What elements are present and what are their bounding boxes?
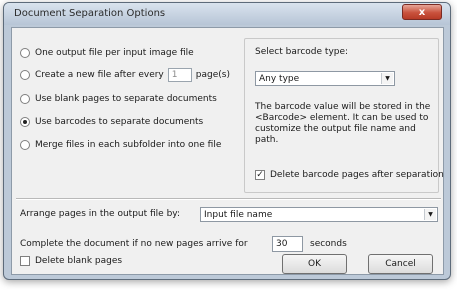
radio-label: Use blank pages to separate documents [35,94,217,104]
checkbox-delete-blank-pages[interactable]: Delete blank pages [20,254,122,268]
radio-label: Create a new file after every [35,70,164,80]
barcode-group: Select barcode type: Any type ▼ The barc… [244,38,444,193]
checkbox-label: Delete barcode pages after separation [270,170,444,180]
radio-indicator[interactable] [20,48,30,58]
checkbox-label: Delete blank pages [35,256,123,266]
arrange-label: Arrange pages in the output file by: [20,209,180,219]
barcode-type-select[interactable]: Any type ▼ [255,71,395,86]
title-bar[interactable]: Document Separation Options x [4,3,450,25]
radio-blank-pages[interactable]: Use blank pages to separate documents [20,92,217,106]
window-title: Document Separation Options [14,8,166,19]
arrange-value: Input file name [204,209,273,220]
complete-label: Complete the document if no new pages ar… [20,239,248,249]
radio-one-file-per-image[interactable]: One output file per input image file [20,46,194,60]
radio-barcodes[interactable]: Use barcodes to separate documents [20,115,203,129]
dialog-window: Document Separation Options x One output… [3,2,451,280]
ok-button-label: OK [308,259,321,269]
checkbox-indicator[interactable] [20,256,30,266]
timeout-seconds-input[interactable]: 30 [272,236,303,252]
radio-label: Use barcodes to separate documents [35,117,204,127]
radio-label: Merge files in each subfolder into one f… [35,140,222,150]
close-button[interactable]: x [402,4,442,20]
chevron-down-icon[interactable]: ▼ [381,73,393,84]
radio-label: One output file per input image file [35,48,194,58]
cancel-button[interactable]: Cancel [368,254,433,274]
radio-indicator[interactable] [20,140,30,150]
dialog-body: One output file per input image file Cre… [11,27,444,275]
close-icon: x [418,6,426,18]
ok-button[interactable]: OK [282,254,347,274]
checkbox-delete-barcode-pages[interactable]: ✓ Delete barcode pages after separation [255,168,444,182]
barcode-description: The barcode value will be stored in the … [255,102,431,145]
barcode-group-title: Select barcode type: [255,47,349,57]
cancel-button-label: Cancel [385,259,416,269]
checkbox-checked-icon[interactable]: ✓ [255,170,265,180]
radio-label-suffix: page(s) [195,70,230,80]
radio-new-file-every[interactable]: Create a new file after every 1 page(s) [20,68,230,82]
divider [16,198,441,200]
barcode-type-value: Any type [259,73,300,84]
arrange-select[interactable]: Input file name ▼ [200,207,438,222]
radio-indicator[interactable] [20,70,30,80]
radio-merge-subfolder[interactable]: Merge files in each subfolder into one f… [20,138,221,152]
radio-indicator[interactable] [20,94,30,104]
seconds-label: seconds [310,239,347,249]
pages-count-input[interactable]: 1 [167,68,192,82]
radio-indicator-selected[interactable] [20,117,30,127]
chevron-down-icon[interactable]: ▼ [424,209,436,220]
